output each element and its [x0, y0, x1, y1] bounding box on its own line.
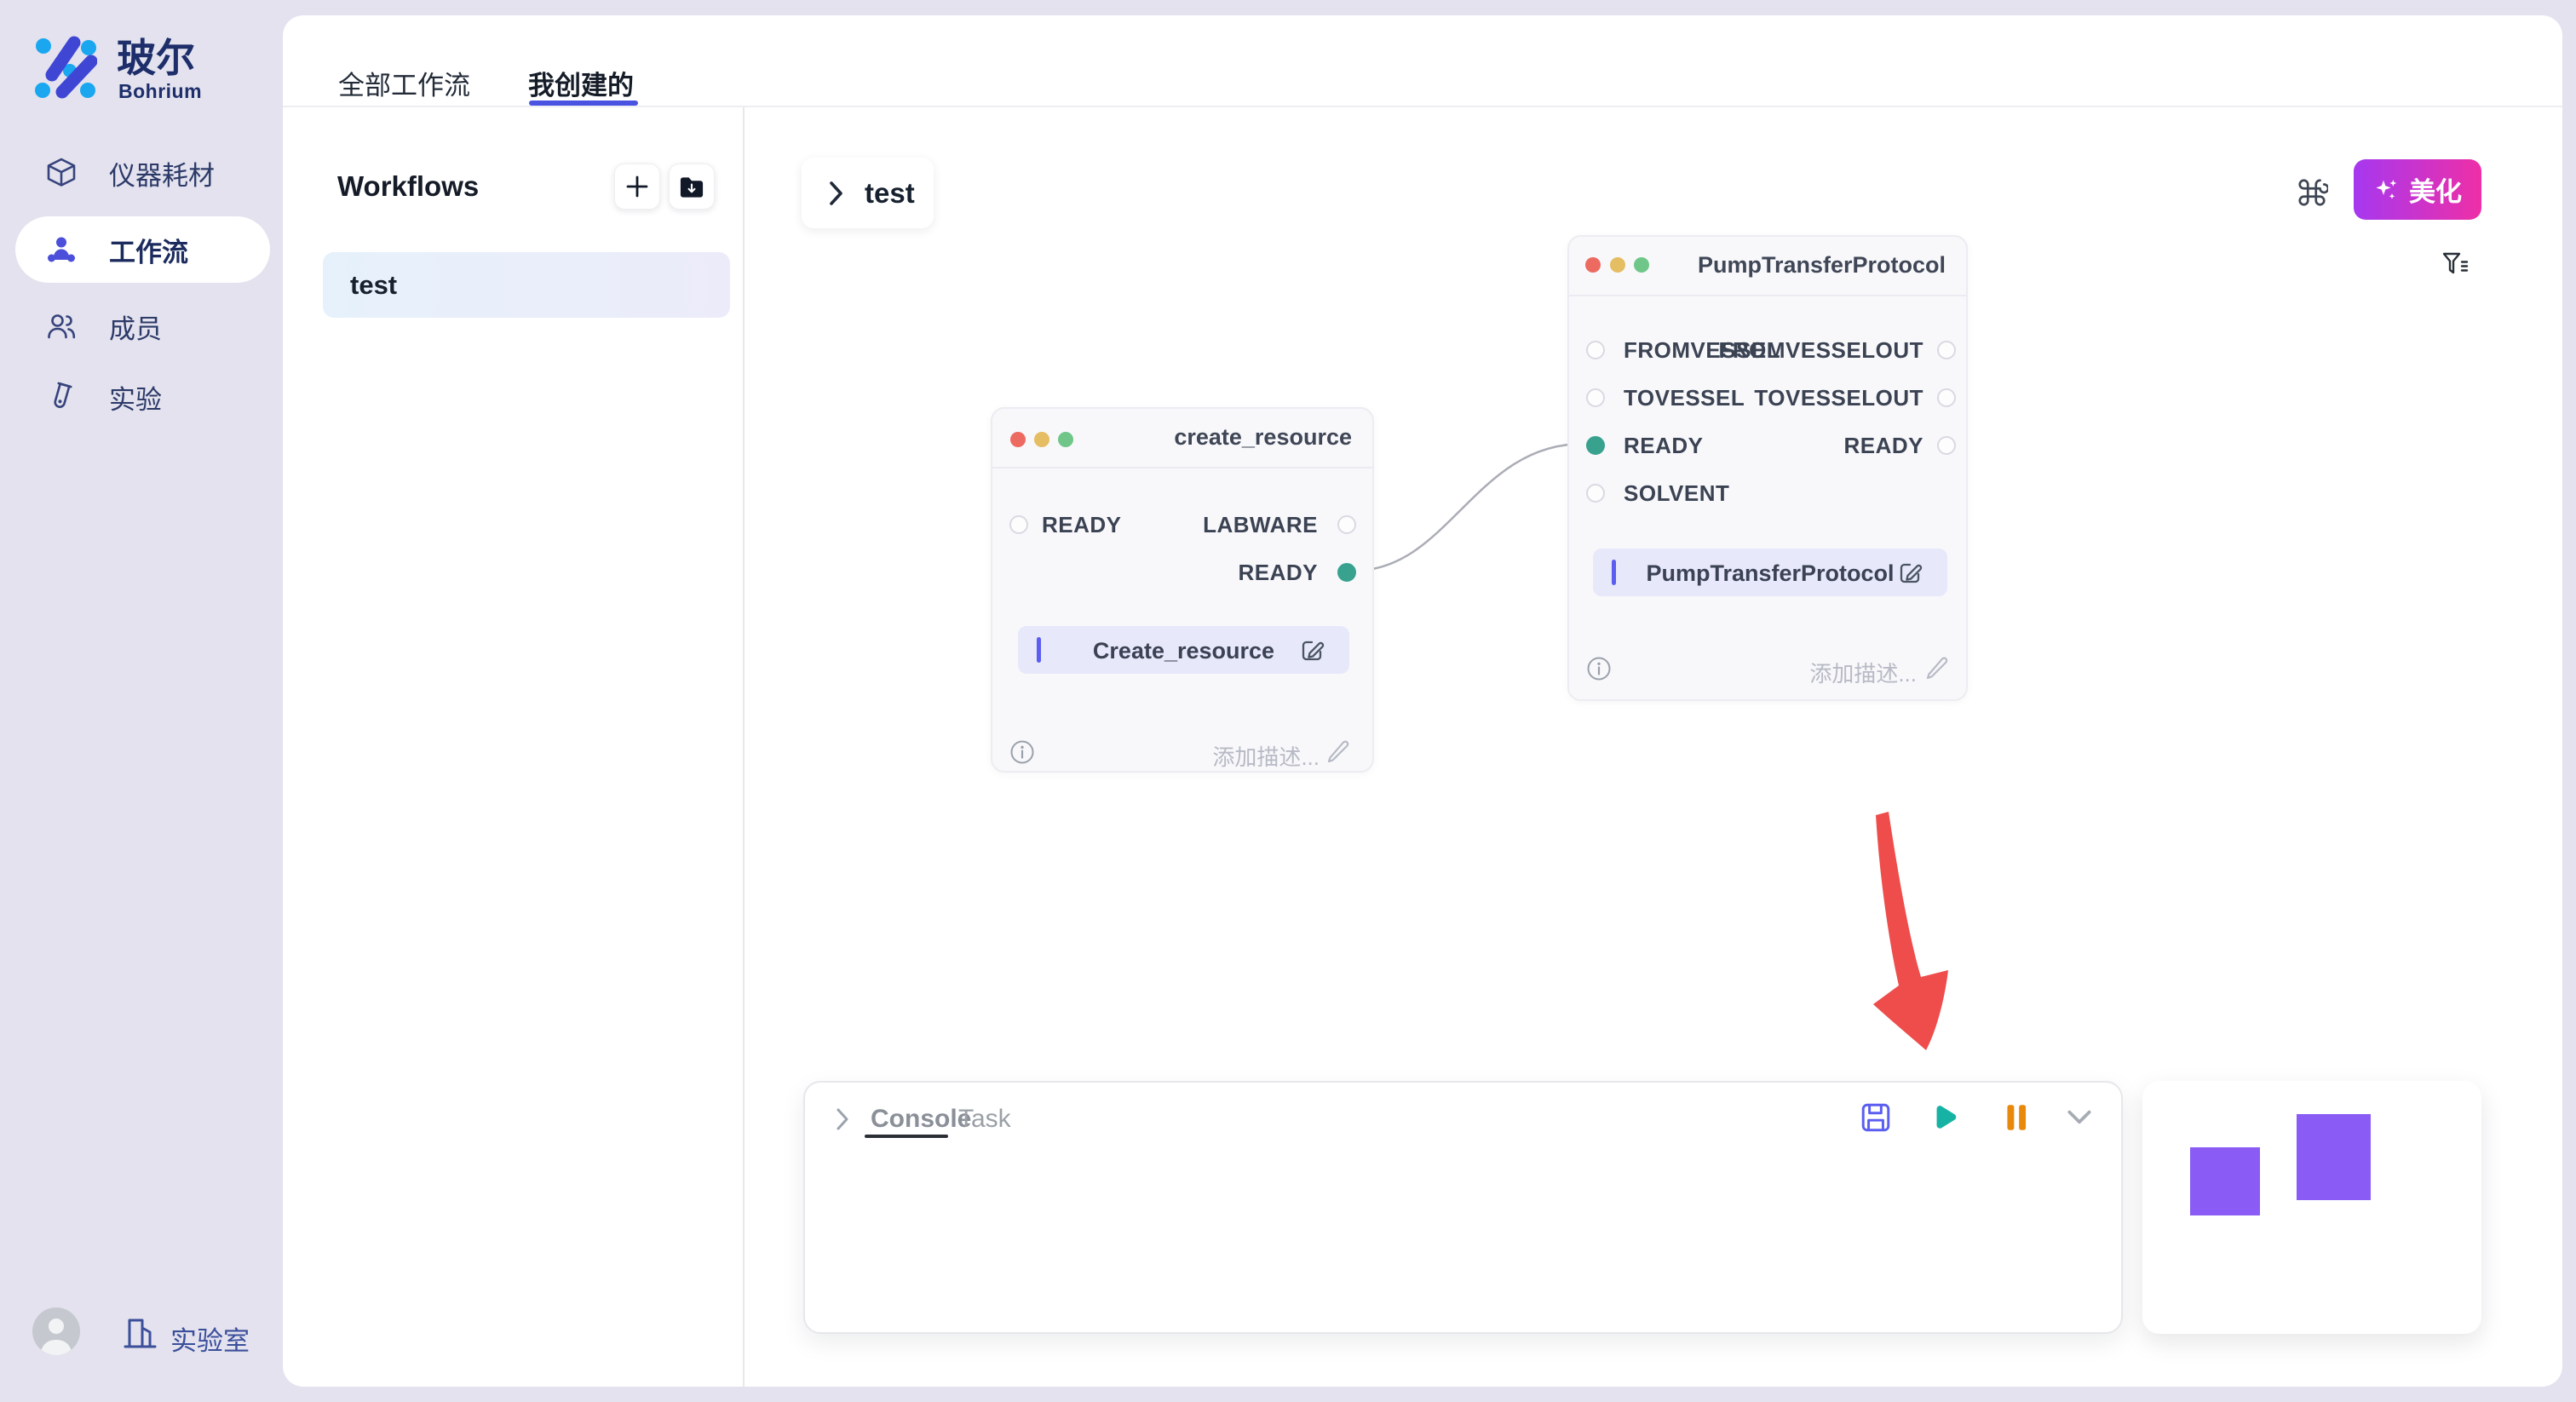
port-out-ready[interactable]	[1937, 436, 1956, 455]
sidebar-item-members[interactable]: 成员	[15, 293, 270, 359]
sidebar: 玻尔 Bohrium 仪器耗材 工作流	[0, 0, 283, 1402]
beautify-label: 美化	[2409, 170, 2462, 209]
workflow-people-icon	[44, 233, 78, 267]
breadcrumb-label: test	[865, 177, 915, 210]
pencil-icon[interactable]	[1325, 738, 1350, 763]
port-label: READY	[1843, 433, 1923, 458]
console-panel: Console Task	[803, 1081, 2123, 1334]
port-label: SOLVENT	[1624, 480, 1729, 506]
sidebar-item-workflows[interactable]: 工作流	[15, 216, 270, 283]
package-icon	[44, 156, 78, 190]
beautify-button[interactable]: 美化	[2354, 159, 2481, 220]
brand-name-en: Bohrium	[118, 80, 202, 103]
chevron-right-icon	[827, 179, 846, 208]
pause-icon[interactable]	[2000, 1101, 2033, 1134]
node-title: create_resource	[1174, 424, 1352, 451]
workspace-label[interactable]: 实验室	[170, 1319, 250, 1358]
sidebar-item-label: 成员	[109, 307, 162, 346]
port-out-tovesselout[interactable]	[1937, 388, 1956, 407]
port-out-labware[interactable]	[1337, 515, 1356, 534]
port-in-tovessel[interactable]	[1586, 388, 1605, 407]
sidebar-item-label: 工作流	[109, 231, 188, 269]
sparkles-icon	[2373, 176, 2401, 204]
node-action-label: PumpTransferProtocol	[1593, 560, 1947, 587]
main-panel: 全部工作流 我创建的 Workflows test	[283, 15, 2562, 1387]
command-icon[interactable]	[2296, 176, 2328, 209]
port-label: READY	[1042, 512, 1122, 537]
port-in-solvent[interactable]	[1586, 484, 1605, 503]
traffic-green-dot[interactable]	[1634, 257, 1649, 273]
node-header: create_resource	[992, 409, 1372, 468]
port-label: TOVESSELOUT	[1754, 385, 1923, 411]
edit-icon[interactable]	[1896, 558, 1925, 587]
lab-building-icon	[121, 1314, 158, 1352]
person-icon	[32, 1307, 80, 1355]
console-tab-underline	[865, 1135, 948, 1138]
node-action-button[interactable]: PumpTransferProtocol	[1593, 549, 1947, 596]
info-icon[interactable]	[1009, 739, 1035, 765]
info-icon[interactable]	[1586, 656, 1612, 681]
app-root: 玻尔 Bohrium 仪器耗材 工作流	[0, 0, 2576, 1402]
node-action-button[interactable]: Create_resource	[1018, 626, 1349, 674]
edit-icon[interactable]	[1298, 635, 1327, 664]
traffic-yellow-dot[interactable]	[1610, 257, 1625, 273]
description-placeholder[interactable]: 添加描述...	[1809, 657, 1917, 688]
save-icon[interactable]	[1860, 1101, 1892, 1134]
members-icon	[44, 309, 78, 343]
port-in-fromvessel[interactable]	[1586, 341, 1605, 359]
traffic-yellow-dot[interactable]	[1034, 432, 1049, 447]
port-out-fromvesselout[interactable]	[1937, 341, 1956, 359]
filter-icon[interactable]	[2441, 249, 2470, 278]
breadcrumb[interactable]: test	[802, 158, 934, 228]
traffic-green-dot[interactable]	[1058, 432, 1073, 447]
port-label: TOVESSEL	[1624, 385, 1745, 411]
sidebar-item-experiments[interactable]: 实验	[15, 364, 270, 430]
red-annotation-arrow	[1873, 812, 1948, 1050]
edge-ready-connection[interactable]	[1354, 444, 1583, 571]
port-label: FROMVESSELOUT	[1718, 337, 1923, 363]
port-label: READY	[1238, 560, 1318, 585]
experiment-icon	[44, 380, 78, 414]
avatar[interactable]	[32, 1307, 80, 1355]
chevron-right-icon[interactable]	[833, 1106, 852, 1132]
node-header: PumpTransferProtocol	[1569, 237, 1966, 296]
brand-name-zh: 玻尔	[117, 27, 195, 83]
sidebar-item-label: 实验	[109, 378, 162, 417]
sidebar-item-label: 仪器耗材	[109, 154, 215, 192]
port-label: LABWARE	[1203, 512, 1318, 537]
node-pump-transfer-protocol[interactable]: PumpTransferProtocol FROMVESSEL TOVESSEL…	[1567, 235, 1968, 701]
node-title: PumpTransferProtocol	[1698, 252, 1946, 279]
minimap-node-pump-transfer[interactable]	[2297, 1114, 2371, 1200]
port-in-ready[interactable]	[1009, 515, 1028, 534]
bohrium-logo-icon	[27, 30, 97, 100]
port-out-ready[interactable]	[1337, 563, 1356, 582]
port-label: READY	[1624, 433, 1704, 458]
description-placeholder[interactable]: 添加描述...	[1212, 740, 1320, 772]
chevron-down-icon[interactable]	[2063, 1101, 2096, 1134]
node-create-resource[interactable]: create_resource READY LABWARE READY Crea…	[991, 407, 1374, 773]
traffic-red-dot[interactable]	[1010, 432, 1026, 447]
port-in-ready[interactable]	[1586, 436, 1605, 455]
pencil-icon[interactable]	[1923, 654, 1949, 680]
play-icon[interactable]	[1928, 1101, 1960, 1134]
minimap[interactable]	[2142, 1081, 2481, 1334]
sidebar-item-instruments[interactable]: 仪器耗材	[15, 140, 270, 206]
console-tab[interactable]: Console	[871, 1105, 971, 1134]
traffic-red-dot[interactable]	[1585, 257, 1601, 273]
task-tab[interactable]: Task	[958, 1105, 1011, 1134]
minimap-node-create-resource[interactable]	[2190, 1147, 2260, 1215]
